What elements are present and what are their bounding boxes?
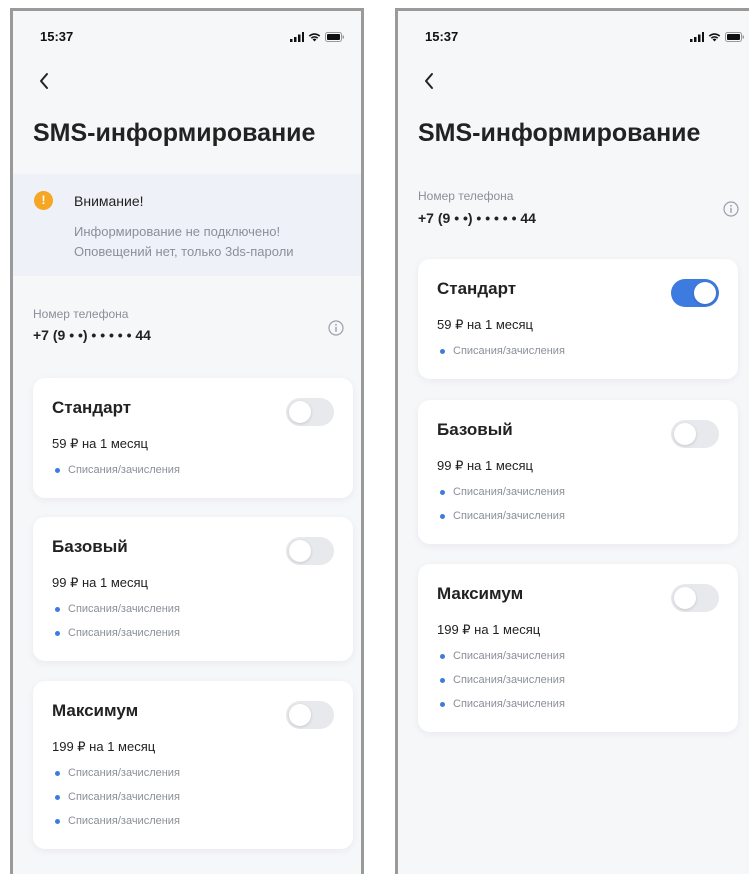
page-title: SMS-информирование (418, 119, 701, 147)
plan-feature-item: Списания/зачисления (52, 790, 180, 814)
toggle-knob (694, 282, 716, 304)
plan-feature-item: Списания/зачисления (52, 463, 180, 487)
plan-feature-item: Списания/зачисления (437, 649, 565, 673)
back-button[interactable] (33, 69, 57, 93)
plan-feature-item: Списания/зачисления (437, 673, 565, 697)
wifi-icon (708, 33, 721, 42)
toggle-knob (289, 401, 311, 423)
plan-features: Списания/зачисления Списания/зачисления … (437, 649, 565, 721)
phone-number-value: +7 (9 • •) • • • • • 44 (33, 327, 151, 343)
plan-features: Списания/зачисления (437, 344, 565, 368)
plan-feature-item: Списания/зачисления (52, 814, 180, 838)
alert-message-line-2: Оповещений нет, только 3ds-пароли (74, 244, 294, 259)
plan-toggle-basic[interactable] (286, 537, 334, 565)
plan-feature-item: Списания/зачисления (52, 626, 180, 650)
plan-price: 99 ₽ на 1 месяц (52, 575, 148, 590)
plan-toggle-standard[interactable] (671, 279, 719, 307)
plan-card-standard: Стандарт 59 ₽ на 1 месяц Списания/зачисл… (418, 259, 738, 379)
plan-title: Базовый (437, 420, 513, 439)
status-bar: 15:37 (398, 29, 749, 49)
wifi-icon (308, 33, 321, 42)
status-time: 15:37 (40, 29, 74, 44)
plan-features: Списания/зачисления (52, 463, 180, 487)
plan-title: Стандарт (52, 398, 132, 417)
status-bar: 15:37 (13, 29, 361, 49)
plan-toggle-standard[interactable] (286, 398, 334, 426)
plan-feature-item: Списания/зачисления (52, 602, 180, 626)
plan-features: Списания/зачисления Списания/зачисления … (52, 766, 180, 838)
status-icons (290, 32, 345, 42)
alert-banner: ! Внимание! Информирование не подключено… (13, 174, 361, 276)
status-icons (690, 32, 745, 42)
plan-title: Максимум (52, 701, 139, 720)
alert-title: Внимание! (74, 193, 144, 209)
phone-screen-right: 15:37 SMS-информирование Номер телефона … (395, 8, 749, 874)
plan-card-standard: Стандарт 59 ₽ на 1 месяц Списания/зачисл… (33, 378, 353, 498)
plan-toggle-basic[interactable] (671, 420, 719, 448)
exclamation-icon: ! (34, 191, 53, 210)
toggle-knob (289, 540, 311, 562)
alert-message-line-1: Информирование не подключено! (74, 224, 281, 239)
plan-card-maximum: Максимум 199 ₽ на 1 месяц Списания/зачис… (33, 681, 353, 849)
battery-icon (325, 32, 344, 42)
phone-number-label: Номер телефона (33, 307, 129, 321)
plan-title: Стандарт (437, 279, 517, 298)
chevron-left-icon (40, 73, 48, 89)
back-button[interactable] (418, 69, 442, 93)
plan-price: 199 ₽ на 1 месяц (437, 622, 541, 637)
plan-price: 99 ₽ на 1 месяц (437, 458, 533, 473)
signal-icon (290, 32, 304, 42)
plan-title: Максимум (437, 584, 524, 603)
info-icon (328, 320, 344, 336)
plan-feature-item: Списания/зачисления (437, 509, 565, 533)
plan-feature-item: Списания/зачисления (437, 344, 565, 368)
plan-card-basic: Базовый 99 ₽ на 1 месяц Списания/зачисле… (418, 400, 738, 544)
plan-features: Списания/зачисления Списания/зачисления (437, 485, 565, 533)
plan-feature-item: Списания/зачисления (52, 766, 180, 790)
info-button[interactable] (723, 201, 739, 217)
phone-number-label: Номер телефона (418, 189, 514, 203)
toggle-knob (289, 704, 311, 726)
phone-screen-left: 15:37 SMS-информирование ! Внимание! Инф… (10, 8, 364, 874)
plan-title: Базовый (52, 537, 128, 556)
phone-number-value: +7 (9 • •) • • • • • 44 (418, 210, 536, 226)
plan-feature-item: Списания/зачисления (437, 697, 565, 721)
status-time: 15:37 (425, 29, 459, 44)
plan-features: Списания/зачисления Списания/зачисления (52, 602, 180, 650)
plan-card-basic: Базовый 99 ₽ на 1 месяц Списания/зачисле… (33, 517, 353, 661)
plan-price: 199 ₽ на 1 месяц (52, 739, 156, 754)
plan-toggle-maximum[interactable] (286, 701, 334, 729)
chevron-left-icon (425, 73, 433, 89)
signal-icon (690, 32, 704, 42)
battery-icon (725, 32, 744, 42)
page-title: SMS-информирование (33, 119, 316, 147)
plan-card-maximum: Максимум 199 ₽ на 1 месяц Списания/зачис… (418, 564, 738, 732)
info-button[interactable] (328, 320, 344, 336)
plan-toggle-maximum[interactable] (671, 584, 719, 612)
plan-price: 59 ₽ на 1 месяц (437, 317, 533, 332)
toggle-knob (674, 423, 696, 445)
plan-feature-item: Списания/зачисления (437, 485, 565, 509)
plan-price: 59 ₽ на 1 месяц (52, 436, 148, 451)
info-icon (723, 201, 739, 217)
toggle-knob (674, 587, 696, 609)
